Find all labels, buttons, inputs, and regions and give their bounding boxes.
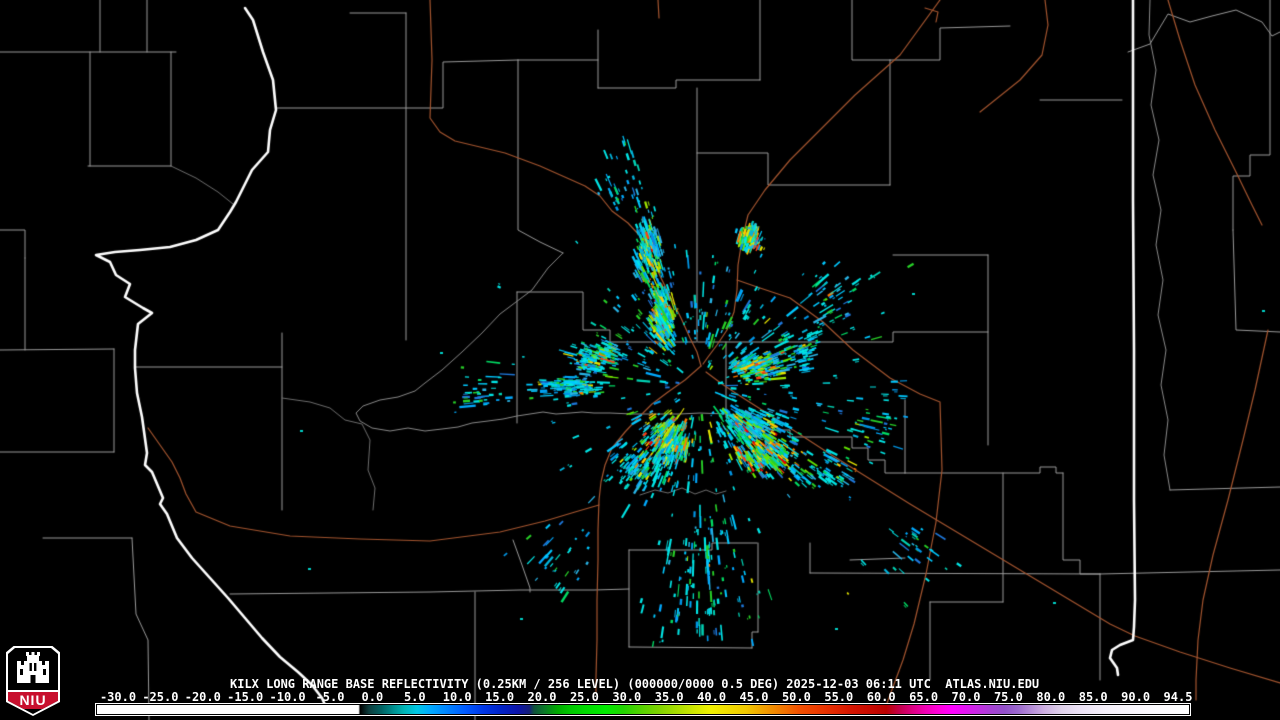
niu-logo: NIU (6, 646, 60, 716)
scale-tick-label: -15.0 (227, 690, 263, 704)
scale-tick-label: -20.0 (185, 690, 221, 704)
scale-tick-label: 0.0 (362, 690, 384, 704)
scale-tick-label: 50.0 (782, 690, 811, 704)
scale-tick-label: 10.0 (443, 690, 472, 704)
scale-tick-label: 40.0 (697, 690, 726, 704)
scale-tick-label: 25.0 (570, 690, 599, 704)
scale-tick-label: 70.0 (952, 690, 981, 704)
niu-shield: NIU (8, 648, 58, 714)
radar-caption: KILX LONG RANGE BASE REFLECTIVITY (0.25K… (230, 677, 1039, 691)
castle-icon (12, 652, 54, 688)
niu-logo-text: NIU (19, 693, 46, 707)
scale-tick-label: -30.0 (100, 690, 136, 704)
scale-tick-label: 75.0 (994, 690, 1023, 704)
scale-tick-label: 90.0 (1121, 690, 1150, 704)
scale-tick-label: 80.0 (1036, 690, 1065, 704)
radar-display: KILX LONG RANGE BASE REFLECTIVITY (0.25K… (0, 0, 1280, 720)
scale-tick-label: 55.0 (824, 690, 853, 704)
scale-tick-label: 45.0 (740, 690, 769, 704)
dbz-colorbar-gradient (97, 705, 1189, 714)
scale-tick-label: -10.0 (270, 690, 306, 704)
scale-tick-label: 15.0 (485, 690, 514, 704)
scale-tick-label: -25.0 (142, 690, 178, 704)
scale-tick-label: 65.0 (909, 690, 938, 704)
scale-tick-label: 20.0 (528, 690, 557, 704)
dbz-colorbar (95, 703, 1191, 716)
scale-tick-label: 85.0 (1079, 690, 1108, 704)
scale-tick-label: 94.5 (1164, 690, 1193, 704)
dbz-scale-labels: -30.0 -25.0 -20.0 -15.0 -10.0 -5.0 0.0 5.0 10.0 1… (0, 690, 1280, 703)
scale-tick-label: -5.0 (316, 690, 345, 704)
scale-tick-label: 60.0 (867, 690, 896, 704)
radar-map-canvas (0, 0, 1280, 720)
niu-logo-band: NIU (8, 690, 58, 710)
scale-tick-label: 35.0 (655, 690, 684, 704)
scale-tick-label: 30.0 (612, 690, 641, 704)
scale-tick-label: 5.0 (404, 690, 426, 704)
